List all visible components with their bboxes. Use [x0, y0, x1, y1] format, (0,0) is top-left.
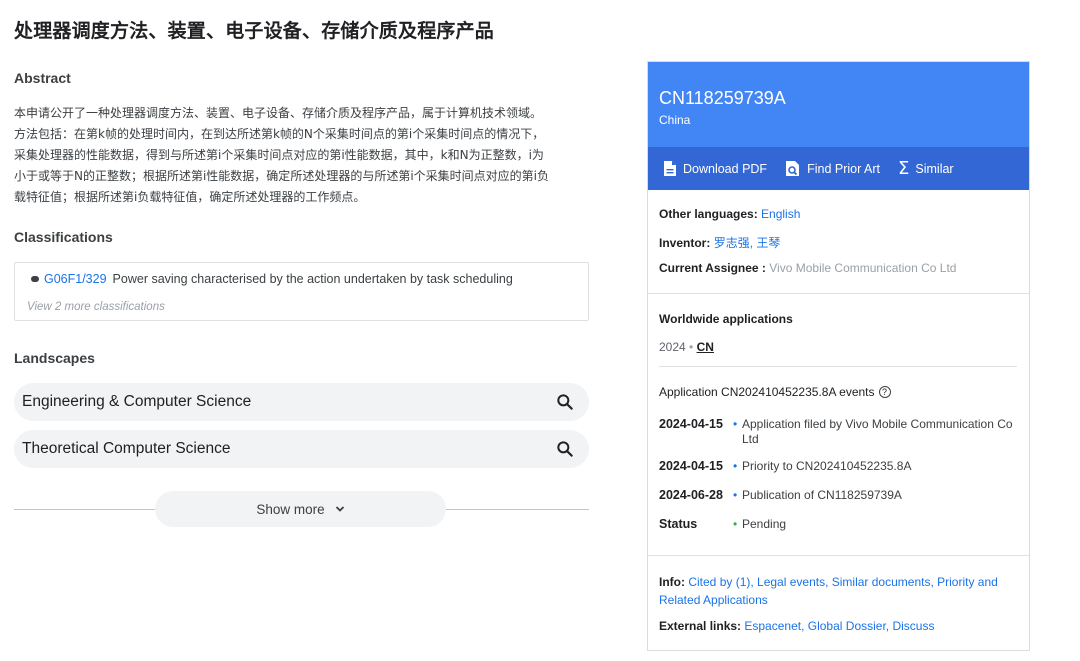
worldwide-year: 2024: [659, 340, 686, 354]
show-more-button[interactable]: Show more: [155, 491, 446, 527]
find-prior-art-button[interactable]: Find Prior Art: [785, 160, 880, 177]
landscape-label: Engineering & Computer Science: [22, 393, 252, 410]
chevron-down-icon: [335, 506, 344, 512]
prior-art-search-icon: [786, 161, 800, 176]
landscape-item-theoretical[interactable]: Theoretical Computer Science: [14, 430, 589, 468]
patent-summary-card: CN118259739A China Download PDF Find Pri…: [647, 61, 1030, 651]
inventor-row: Inventor: 罗志强, 王琴: [659, 234, 780, 251]
divider: [659, 366, 1017, 367]
assignee-row: Current Assignee : Vivo Mobile Communica…: [659, 261, 956, 275]
view-more-classifications-link[interactable]: View 2 more classifications: [27, 301, 165, 313]
page-title: 处理器调度方法、装置、电子设备、存储介质及程序产品: [14, 21, 495, 42]
status-value: Pending: [742, 517, 787, 531]
sigma-icon: Σ: [898, 157, 910, 179]
classifications-heading: Classifications: [14, 229, 113, 245]
landscapes-heading: Landscapes: [14, 350, 95, 366]
divider: [14, 509, 155, 510]
event-date: 2024-04-15: [659, 417, 723, 431]
abstract-text: 本申请公开了一种处理器调度方法、装置、电子设备、存储介质及程序产品，属于计算机技…: [14, 103, 584, 208]
inventor-label: Inventor:: [659, 236, 711, 250]
classifications-box: G06F1/329 Power saving characterised by …: [14, 262, 589, 321]
event-bullet: •: [733, 459, 738, 473]
card-header: CN118259739A China: [648, 62, 1029, 147]
inventor-links[interactable]: 罗志强, 王琴: [714, 236, 781, 250]
divider: [446, 509, 589, 510]
worldwide-heading: Worldwide applications: [659, 312, 793, 326]
similar-label: Similar: [915, 161, 954, 176]
status-label: Status: [659, 517, 698, 531]
pdf-file-icon: [664, 161, 676, 176]
info-row: Info: Cited by (1), Legal events, Simila…: [659, 573, 1019, 609]
publication-number: CN118259739A: [659, 88, 786, 108]
abstract-line: 方法包括：在第k帧的处理时间内，在到达所述第k帧的N个采集时间点的第i个采集时间…: [14, 127, 545, 141]
event-description: Application filed by Vivo Mobile Communi…: [742, 417, 1013, 446]
external-links[interactable]: Espacenet, Global Dossier, Discuss: [744, 619, 934, 633]
event-bullet: •: [733, 488, 738, 502]
external-links-row: External links: Espacenet, Global Dossie…: [659, 619, 934, 633]
external-links-label: External links:: [659, 619, 742, 633]
classification-description: Power saving characterised by the action…: [112, 272, 513, 286]
download-pdf-button[interactable]: Download PDF: [663, 160, 767, 177]
find-prior-art-label: Find Prior Art: [807, 161, 881, 176]
divider: [648, 293, 1029, 294]
abstract-line: 采集处理器的性能数据，得到与所述第i个采集时间点对应的第i性能数据，其中，k和N…: [14, 148, 544, 162]
info-label: Info:: [659, 575, 685, 589]
classification-row: G06F1/329 Power saving characterised by …: [31, 272, 513, 286]
country-label: China: [659, 113, 691, 127]
classification-code-link[interactable]: G06F1/329: [44, 272, 107, 286]
other-languages-label: Other languages:: [659, 207, 758, 221]
abstract-line: 本申请公开了一种处理器调度方法、装置、电子设备、存储介质及程序产品，属于计算机技…: [14, 106, 543, 120]
events-heading: Application CN202410452235.8A events?: [659, 385, 891, 399]
worldwide-separator: •: [689, 340, 694, 354]
assignee-value: Vivo Mobile Communication Co Ltd: [769, 261, 957, 275]
event-description: Priority to CN202410452235.8A: [742, 459, 912, 473]
abstract-line: 小于或等于N的正整数；根据所述第i性能数据，确定所述处理器的与所述第i个采集时间…: [14, 169, 549, 183]
other-language-link-english[interactable]: English: [761, 207, 800, 221]
landscape-item-engineering[interactable]: Engineering & Computer Science: [14, 383, 589, 421]
events-heading-text: Application CN202410452235.8A events: [659, 385, 875, 399]
search-icon[interactable]: [555, 439, 575, 459]
show-more-label: Show more: [256, 501, 325, 517]
status-bullet: •: [733, 517, 738, 531]
bullet-icon: [31, 276, 39, 282]
event-date: 2024-06-28: [659, 488, 723, 502]
help-icon[interactable]: ?: [878, 386, 891, 398]
assignee-label: Current Assignee :: [659, 261, 766, 275]
other-languages-row: Other languages: English: [659, 207, 800, 221]
divider: [648, 555, 1029, 556]
worldwide-country-link[interactable]: CN: [697, 340, 714, 354]
info-links[interactable]: Cited by (1), Legal events, Similar docu…: [659, 575, 998, 607]
landscape-label: Theoretical Computer Science: [22, 440, 231, 457]
event-description: Publication of CN118259739A: [742, 488, 902, 502]
worldwide-heading-text: Worldwide applications: [659, 312, 793, 326]
event-bullet: •: [733, 417, 738, 431]
similar-button[interactable]: Σ Similar: [898, 157, 954, 179]
event-date: 2024-04-15: [659, 459, 723, 473]
worldwide-row: 2024 • CN: [659, 340, 714, 354]
abstract-heading: Abstract: [14, 70, 71, 86]
card-actions-bar: Download PDF Find Prior Art Σ Similar: [648, 147, 1029, 190]
abstract-line: 载特征值；根据所述第i负载特征值，确定所述处理器的工作频点。: [14, 190, 366, 204]
search-icon[interactable]: [555, 392, 575, 412]
download-pdf-label: Download PDF: [683, 161, 768, 176]
